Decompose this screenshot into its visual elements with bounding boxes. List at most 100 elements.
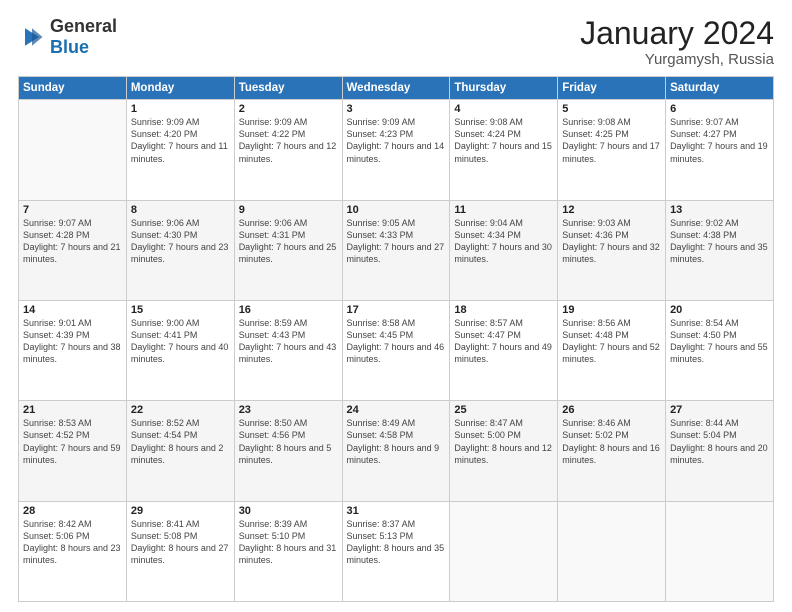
calendar-cell: 25 Sunrise: 8:47 AM Sunset: 5:00 PM Dayl… bbox=[450, 401, 558, 501]
calendar-cell: 28 Sunrise: 8:42 AM Sunset: 5:06 PM Dayl… bbox=[19, 501, 127, 601]
day-number: 4 bbox=[454, 103, 553, 115]
day-number: 8 bbox=[131, 204, 230, 216]
page: General Blue January 2024 Yurgamysh, Rus… bbox=[0, 0, 792, 612]
day-info: Sunrise: 9:06 AM Sunset: 4:30 PM Dayligh… bbox=[131, 217, 230, 266]
day-info: Sunrise: 8:57 AM Sunset: 4:47 PM Dayligh… bbox=[454, 317, 553, 366]
calendar-cell: 15 Sunrise: 9:00 AM Sunset: 4:41 PM Dayl… bbox=[126, 300, 234, 400]
day-number: 9 bbox=[239, 204, 338, 216]
day-info: Sunrise: 8:44 AM Sunset: 5:04 PM Dayligh… bbox=[670, 417, 769, 466]
day-info: Sunrise: 8:47 AM Sunset: 5:00 PM Dayligh… bbox=[454, 417, 553, 466]
day-number: 20 bbox=[670, 304, 769, 316]
day-info: Sunrise: 8:59 AM Sunset: 4:43 PM Dayligh… bbox=[239, 317, 338, 366]
day-info: Sunrise: 9:01 AM Sunset: 4:39 PM Dayligh… bbox=[23, 317, 122, 366]
calendar-cell: 7 Sunrise: 9:07 AM Sunset: 4:28 PM Dayli… bbox=[19, 200, 127, 300]
calendar-week-row: 1 Sunrise: 9:09 AM Sunset: 4:20 PM Dayli… bbox=[19, 100, 774, 200]
calendar-cell: 1 Sunrise: 9:09 AM Sunset: 4:20 PM Dayli… bbox=[126, 100, 234, 200]
calendar-cell: 5 Sunrise: 9:08 AM Sunset: 4:25 PM Dayli… bbox=[558, 100, 666, 200]
day-number: 22 bbox=[131, 404, 230, 416]
calendar-cell: 11 Sunrise: 9:04 AM Sunset: 4:34 PM Dayl… bbox=[450, 200, 558, 300]
calendar-cell: 6 Sunrise: 9:07 AM Sunset: 4:27 PM Dayli… bbox=[666, 100, 774, 200]
day-info: Sunrise: 8:41 AM Sunset: 5:08 PM Dayligh… bbox=[131, 518, 230, 567]
calendar-cell: 30 Sunrise: 8:39 AM Sunset: 5:10 PM Dayl… bbox=[234, 501, 342, 601]
day-info: Sunrise: 8:49 AM Sunset: 4:58 PM Dayligh… bbox=[347, 417, 446, 466]
day-number: 25 bbox=[454, 404, 553, 416]
day-number: 15 bbox=[131, 304, 230, 316]
day-number: 10 bbox=[347, 204, 446, 216]
day-info: Sunrise: 9:08 AM Sunset: 4:25 PM Dayligh… bbox=[562, 116, 661, 165]
col-monday: Monday bbox=[126, 77, 234, 100]
header-row: Sunday Monday Tuesday Wednesday Thursday… bbox=[19, 77, 774, 100]
calendar-cell: 2 Sunrise: 9:09 AM Sunset: 4:22 PM Dayli… bbox=[234, 100, 342, 200]
calendar-header: Sunday Monday Tuesday Wednesday Thursday… bbox=[19, 77, 774, 100]
day-info: Sunrise: 9:09 AM Sunset: 4:22 PM Dayligh… bbox=[239, 116, 338, 165]
logo-blue: Blue bbox=[50, 37, 89, 57]
day-number: 30 bbox=[239, 505, 338, 517]
day-info: Sunrise: 8:42 AM Sunset: 5:06 PM Dayligh… bbox=[23, 518, 122, 567]
logo-general: General bbox=[50, 16, 117, 36]
day-number: 14 bbox=[23, 304, 122, 316]
day-info: Sunrise: 9:06 AM Sunset: 4:31 PM Dayligh… bbox=[239, 217, 338, 266]
day-number: 31 bbox=[347, 505, 446, 517]
calendar-week-row: 21 Sunrise: 8:53 AM Sunset: 4:52 PM Dayl… bbox=[19, 401, 774, 501]
logo-text: General Blue bbox=[50, 16, 117, 58]
calendar-week-row: 28 Sunrise: 8:42 AM Sunset: 5:06 PM Dayl… bbox=[19, 501, 774, 601]
day-info: Sunrise: 9:08 AM Sunset: 4:24 PM Dayligh… bbox=[454, 116, 553, 165]
calendar-cell bbox=[19, 100, 127, 200]
day-number: 17 bbox=[347, 304, 446, 316]
calendar-cell: 29 Sunrise: 8:41 AM Sunset: 5:08 PM Dayl… bbox=[126, 501, 234, 601]
calendar-cell: 23 Sunrise: 8:50 AM Sunset: 4:56 PM Dayl… bbox=[234, 401, 342, 501]
day-number: 3 bbox=[347, 103, 446, 115]
day-number: 2 bbox=[239, 103, 338, 115]
day-number: 6 bbox=[670, 103, 769, 115]
day-number: 16 bbox=[239, 304, 338, 316]
day-number: 12 bbox=[562, 204, 661, 216]
calendar-cell: 4 Sunrise: 9:08 AM Sunset: 4:24 PM Dayli… bbox=[450, 100, 558, 200]
day-number: 23 bbox=[239, 404, 338, 416]
location-subtitle: Yurgamysh, Russia bbox=[580, 51, 774, 68]
calendar-cell: 8 Sunrise: 9:06 AM Sunset: 4:30 PM Dayli… bbox=[126, 200, 234, 300]
calendar-cell: 13 Sunrise: 9:02 AM Sunset: 4:38 PM Dayl… bbox=[666, 200, 774, 300]
day-number: 13 bbox=[670, 204, 769, 216]
day-info: Sunrise: 9:07 AM Sunset: 4:28 PM Dayligh… bbox=[23, 217, 122, 266]
day-info: Sunrise: 8:54 AM Sunset: 4:50 PM Dayligh… bbox=[670, 317, 769, 366]
calendar-cell: 3 Sunrise: 9:09 AM Sunset: 4:23 PM Dayli… bbox=[342, 100, 450, 200]
day-number: 27 bbox=[670, 404, 769, 416]
calendar-cell: 12 Sunrise: 9:03 AM Sunset: 4:36 PM Dayl… bbox=[558, 200, 666, 300]
day-info: Sunrise: 9:09 AM Sunset: 4:20 PM Dayligh… bbox=[131, 116, 230, 165]
day-info: Sunrise: 8:53 AM Sunset: 4:52 PM Dayligh… bbox=[23, 417, 122, 466]
calendar-week-row: 7 Sunrise: 9:07 AM Sunset: 4:28 PM Dayli… bbox=[19, 200, 774, 300]
calendar-cell: 26 Sunrise: 8:46 AM Sunset: 5:02 PM Dayl… bbox=[558, 401, 666, 501]
day-info: Sunrise: 9:07 AM Sunset: 4:27 PM Dayligh… bbox=[670, 116, 769, 165]
day-info: Sunrise: 9:00 AM Sunset: 4:41 PM Dayligh… bbox=[131, 317, 230, 366]
day-number: 18 bbox=[454, 304, 553, 316]
day-number: 24 bbox=[347, 404, 446, 416]
day-info: Sunrise: 8:52 AM Sunset: 4:54 PM Dayligh… bbox=[131, 417, 230, 466]
day-number: 21 bbox=[23, 404, 122, 416]
calendar-cell bbox=[666, 501, 774, 601]
title-block: January 2024 Yurgamysh, Russia bbox=[580, 16, 774, 68]
day-info: Sunrise: 9:02 AM Sunset: 4:38 PM Dayligh… bbox=[670, 217, 769, 266]
calendar-week-row: 14 Sunrise: 9:01 AM Sunset: 4:39 PM Dayl… bbox=[19, 300, 774, 400]
col-saturday: Saturday bbox=[666, 77, 774, 100]
col-thursday: Thursday bbox=[450, 77, 558, 100]
day-number: 7 bbox=[23, 204, 122, 216]
col-friday: Friday bbox=[558, 77, 666, 100]
calendar-cell: 20 Sunrise: 8:54 AM Sunset: 4:50 PM Dayl… bbox=[666, 300, 774, 400]
col-wednesday: Wednesday bbox=[342, 77, 450, 100]
calendar-cell: 14 Sunrise: 9:01 AM Sunset: 4:39 PM Dayl… bbox=[19, 300, 127, 400]
day-info: Sunrise: 9:04 AM Sunset: 4:34 PM Dayligh… bbox=[454, 217, 553, 266]
calendar-cell: 18 Sunrise: 8:57 AM Sunset: 4:47 PM Dayl… bbox=[450, 300, 558, 400]
col-tuesday: Tuesday bbox=[234, 77, 342, 100]
day-info: Sunrise: 9:05 AM Sunset: 4:33 PM Dayligh… bbox=[347, 217, 446, 266]
calendar-cell: 19 Sunrise: 8:56 AM Sunset: 4:48 PM Dayl… bbox=[558, 300, 666, 400]
day-number: 26 bbox=[562, 404, 661, 416]
calendar-cell: 17 Sunrise: 8:58 AM Sunset: 4:45 PM Dayl… bbox=[342, 300, 450, 400]
day-info: Sunrise: 8:58 AM Sunset: 4:45 PM Dayligh… bbox=[347, 317, 446, 366]
day-number: 5 bbox=[562, 103, 661, 115]
day-info: Sunrise: 8:46 AM Sunset: 5:02 PM Dayligh… bbox=[562, 417, 661, 466]
calendar-cell: 22 Sunrise: 8:52 AM Sunset: 4:54 PM Dayl… bbox=[126, 401, 234, 501]
header: General Blue January 2024 Yurgamysh, Rus… bbox=[18, 16, 774, 68]
logo-icon bbox=[18, 23, 46, 51]
day-info: Sunrise: 8:50 AM Sunset: 4:56 PM Dayligh… bbox=[239, 417, 338, 466]
logo: General Blue bbox=[18, 16, 117, 58]
